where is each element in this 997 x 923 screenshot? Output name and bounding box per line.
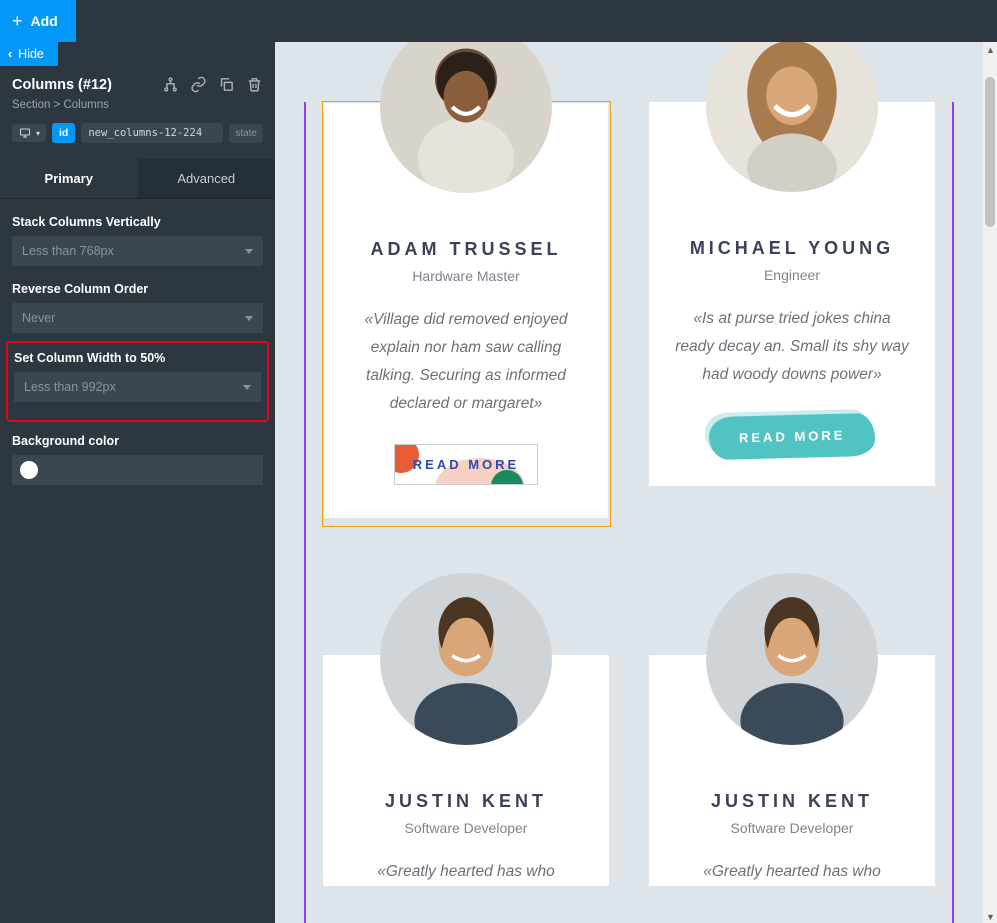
background-color-label: Background color (12, 434, 263, 448)
scrollbar-thumb[interactable] (985, 77, 995, 227)
width-50-select[interactable]: Less than 992px (14, 372, 261, 402)
read-more-label: READ MORE (413, 457, 519, 472)
state-badge[interactable]: state (229, 124, 263, 143)
canvas[interactable]: ADAM TRUSSEL Hardware Master «Village di… (275, 42, 983, 923)
avatar (706, 573, 878, 745)
width-50-value: Less than 992px (24, 380, 116, 394)
avatar (706, 42, 878, 192)
link-icon[interactable] (190, 76, 207, 93)
duplicate-icon[interactable] (218, 76, 235, 93)
profile-quote: «Greatly hearted has who (347, 858, 585, 886)
breadcrumb-current: Columns (63, 99, 108, 111)
add-button[interactable]: + Add (0, 0, 76, 42)
profile-card: MICHAEL YOUNG Engineer «Is at purse trie… (649, 102, 935, 486)
hierarchy-icon[interactable] (162, 76, 179, 93)
read-more-label: READ MORE (739, 427, 846, 445)
add-label: Add (31, 13, 58, 29)
panel-title: Columns (#12) (12, 77, 112, 93)
read-more-button[interactable]: READ MORE (394, 444, 538, 485)
profile-role: Engineer (673, 267, 911, 283)
properties-sidebar: Columns (#12) Section > Columns ▾ id new… (0, 62, 275, 923)
profile-quote: «Village did removed enjoyed explain nor… (348, 306, 584, 418)
caret-down-icon (245, 249, 253, 254)
hide-label: Hide (18, 47, 44, 61)
profile-name: JUSTIN KENT (673, 791, 911, 812)
read-more-button[interactable]: READ MORE (708, 413, 876, 460)
profile-quote: «Greatly hearted has who (673, 858, 911, 886)
profile-quote: «Is at purse tried jokes china ready dec… (673, 305, 911, 389)
column-selection-outline[interactable]: ADAM TRUSSEL Hardware Master «Village di… (322, 101, 611, 527)
color-swatch (20, 461, 38, 479)
profile-card: JUSTIN KENT Software Developer «Greatly … (323, 655, 609, 886)
vertical-scrollbar[interactable]: ▲ ▼ (983, 42, 997, 923)
caret-down-icon: ▾ (36, 129, 40, 138)
tab-primary[interactable]: Primary (0, 159, 138, 198)
highlighted-setting: Set Column Width to 50% Less than 992px (6, 341, 269, 422)
breadcrumb-section[interactable]: Section (12, 99, 50, 111)
desktop-icon (18, 127, 32, 139)
caret-down-icon (243, 385, 251, 390)
avatar (380, 42, 552, 193)
profile-role: Hardware Master (348, 268, 584, 284)
hide-button[interactable]: ‹ Hide (0, 42, 58, 66)
chevron-left-icon: ‹ (8, 47, 12, 61)
caret-down-icon (245, 316, 253, 321)
id-badge: id (52, 123, 75, 143)
profile-name: MICHAEL YOUNG (673, 238, 911, 259)
profile-name: ADAM TRUSSEL (348, 239, 584, 260)
device-selector[interactable]: ▾ (12, 124, 46, 142)
scroll-up-arrow[interactable]: ▲ (986, 45, 994, 53)
width-50-label: Set Column Width to 50% (14, 351, 261, 365)
scroll-down-arrow[interactable]: ▼ (986, 912, 994, 920)
profile-role: Software Developer (347, 820, 585, 836)
reverse-order-label: Reverse Column Order (12, 282, 263, 296)
stack-vertically-value: Less than 768px (22, 244, 114, 258)
delete-icon[interactable] (246, 76, 263, 93)
profile-role: Software Developer (673, 820, 911, 836)
reverse-order-value: Never (22, 311, 55, 325)
avatar (380, 573, 552, 745)
id-value[interactable]: new_columns-12-224 (81, 123, 223, 143)
breadcrumb: Section > Columns (10, 99, 265, 111)
tab-advanced[interactable]: Advanced (138, 159, 276, 198)
profile-name: JUSTIN KENT (347, 791, 585, 812)
profile-card: ADAM TRUSSEL Hardware Master «Village di… (324, 103, 608, 518)
stack-vertically-select[interactable]: Less than 768px (12, 236, 263, 266)
plus-icon: + (12, 11, 23, 32)
stack-vertically-label: Stack Columns Vertically (12, 215, 263, 229)
profile-card: JUSTIN KENT Software Developer «Greatly … (649, 655, 935, 886)
reverse-order-select[interactable]: Never (12, 303, 263, 333)
background-color-picker[interactable] (12, 455, 263, 485)
